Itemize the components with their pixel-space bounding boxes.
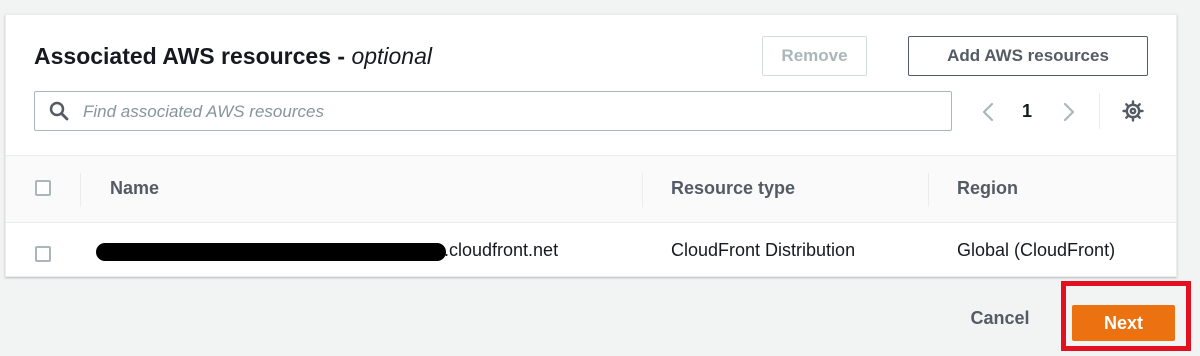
- section-title: Associated AWS resources - optional: [34, 43, 432, 70]
- search-box[interactable]: [34, 91, 952, 131]
- row-select-checkbox[interactable]: [35, 246, 51, 262]
- column-header-resource-type[interactable]: Resource type: [671, 178, 795, 199]
- column-divider: [642, 173, 643, 207]
- associated-resources-panel: Associated AWS resources - optional Remo…: [5, 14, 1177, 277]
- remove-button[interactable]: Remove: [762, 36, 867, 76]
- add-aws-resources-button[interactable]: Add AWS resources: [908, 36, 1148, 76]
- next-page-icon[interactable]: [1062, 102, 1076, 127]
- resource-type: CloudFront Distribution: [671, 240, 856, 260]
- section-title-text: Associated AWS resources -: [34, 43, 352, 69]
- pagination-divider: [1099, 93, 1100, 129]
- column-header-region[interactable]: Region: [957, 178, 1018, 199]
- resource-region: Global (CloudFront): [957, 240, 1116, 260]
- column-header-name[interactable]: Name: [110, 178, 159, 199]
- table-header: Name Resource type Region: [6, 155, 1176, 223]
- cancel-button[interactable]: Cancel: [950, 308, 1050, 329]
- redaction-mark: [96, 243, 446, 261]
- column-divider: [80, 173, 81, 207]
- next-button[interactable]: Next: [1072, 305, 1175, 341]
- column-divider: [928, 173, 929, 207]
- section-title-optional: optional: [351, 43, 433, 69]
- search-icon: [49, 101, 69, 126]
- resource-name: .cloudfront.net: [444, 240, 559, 260]
- search-input[interactable]: [81, 98, 935, 126]
- table-row: .cloudfront.net CloudFront Distribution …: [6, 222, 1176, 276]
- page-number[interactable]: 1: [1022, 101, 1032, 122]
- previous-page-icon[interactable]: [981, 102, 995, 127]
- select-all-checkbox[interactable]: [35, 180, 51, 196]
- gear-icon[interactable]: [1122, 100, 1144, 127]
